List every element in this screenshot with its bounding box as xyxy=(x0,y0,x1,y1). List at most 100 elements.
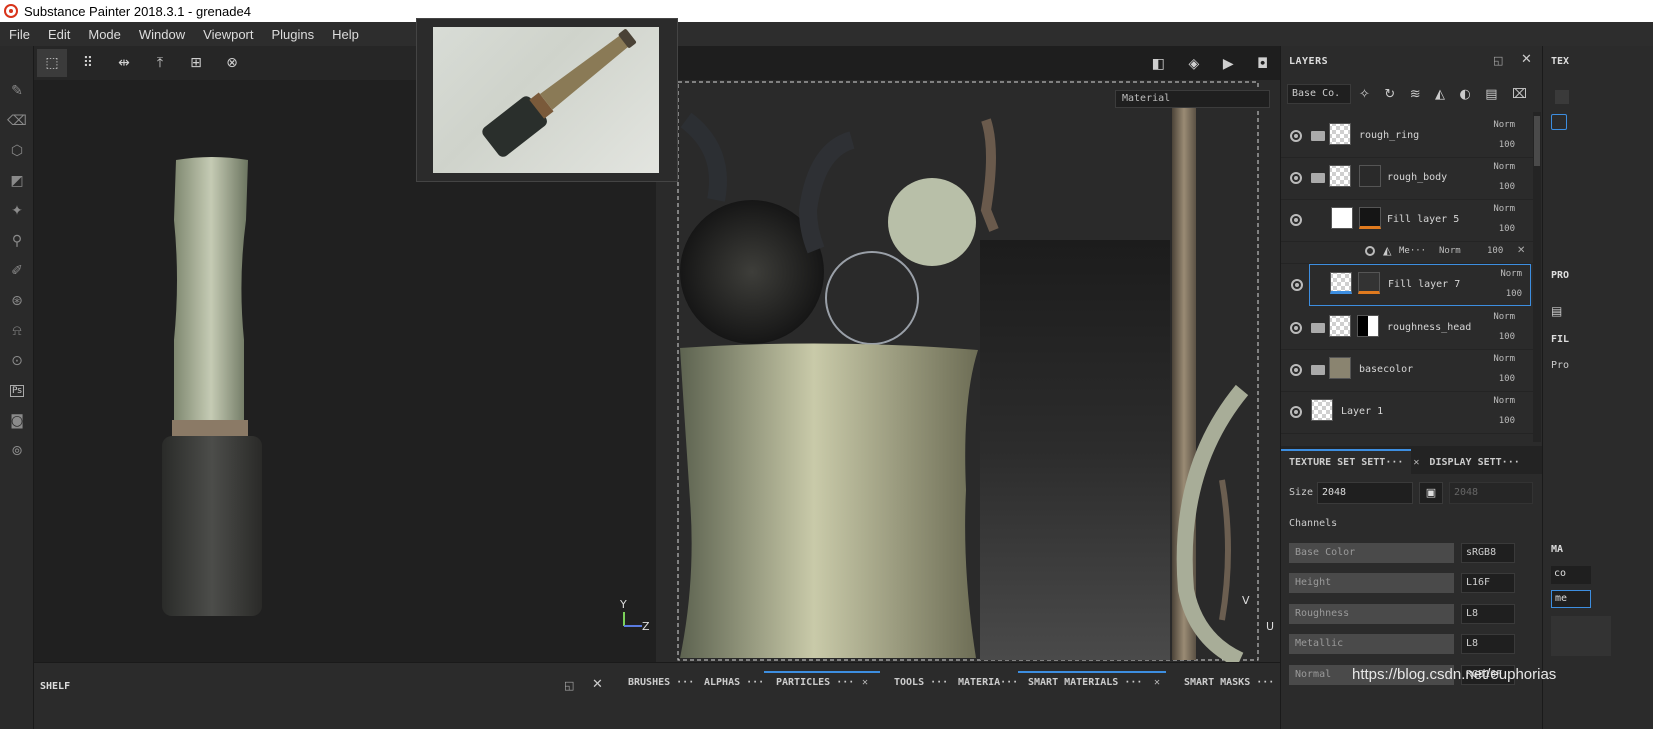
visibility-eye-icon[interactable] xyxy=(1290,130,1302,142)
blend-mode[interactable]: Norm xyxy=(1493,162,1515,172)
delete-icon[interactable]: ⌧ xyxy=(1512,87,1527,102)
layer-row[interactable]: Layer 1 Norm 100 xyxy=(1281,392,1533,434)
channel-format-select[interactable]: L8 xyxy=(1461,604,1515,624)
symmetry-icon[interactable]: ⇹ xyxy=(109,49,139,77)
sync-icon[interactable]: ⊚ xyxy=(0,436,34,466)
visibility-eye-icon[interactable] xyxy=(1290,172,1302,184)
blend-mode[interactable]: Norm xyxy=(1493,120,1515,130)
screenshot-camera-icon[interactable]: ◘ xyxy=(1257,56,1268,72)
add-icon[interactable]: ⊞ xyxy=(181,49,211,77)
selection-mode-icon[interactable]: ⬚ xyxy=(37,49,67,77)
grid-icon[interactable]: ⠿ xyxy=(73,49,103,77)
opacity-value[interactable]: 100 xyxy=(1499,332,1515,342)
eraser-icon[interactable]: ⌫ xyxy=(0,106,34,136)
color-toggle[interactable]: co xyxy=(1551,566,1591,584)
tab-smart-masks[interactable]: SMART MASKS ··· xyxy=(1184,677,1274,688)
paint-brush-icon[interactable]: ✎ xyxy=(0,76,34,106)
magic-wand-icon[interactable]: ✧ xyxy=(1359,87,1370,102)
close-icon[interactable]: ✕ xyxy=(1154,677,1160,688)
visibility-eye-icon[interactable] xyxy=(1291,279,1303,291)
close-icon[interactable]: ✕ xyxy=(862,677,868,688)
channel-format-select[interactable]: L8 xyxy=(1461,634,1515,654)
photoshop-icon[interactable]: Ps xyxy=(0,376,34,406)
panel-swatch[interactable] xyxy=(1555,90,1569,104)
layer-effect-row[interactable]: ◭ Me··· Norm 100 ✕ xyxy=(1281,242,1533,264)
tab-tools[interactable]: TOOLS ··· xyxy=(894,677,948,688)
layer-row[interactable]: rough_body Norm 100 xyxy=(1281,158,1533,200)
camera-icon[interactable]: ▶ xyxy=(1223,56,1234,72)
menu-window[interactable]: Window xyxy=(130,27,194,42)
visibility-eye-icon[interactable] xyxy=(1290,214,1302,226)
substance-icon[interactable]: ⊛ xyxy=(0,286,34,316)
substance-s-icon[interactable]: ⊙ xyxy=(0,346,34,376)
screenshot-icon[interactable]: ◙ xyxy=(0,406,34,436)
opacity-value[interactable]: 100 xyxy=(1506,289,1522,299)
close-icon[interactable]: ✕ xyxy=(1411,451,1421,474)
lock-icon[interactable]: ▣ xyxy=(1419,482,1443,504)
layer-row[interactable]: Fill layer 5 Norm 100 xyxy=(1281,200,1533,242)
close-icon[interactable]: ✕ xyxy=(1521,52,1532,67)
tab-materials[interactable]: MATERIA··· xyxy=(958,677,1018,688)
geometry-fill-icon[interactable]: ◩ xyxy=(0,166,34,196)
channel-format-select[interactable]: sRGB8 xyxy=(1461,543,1515,563)
bell-icon[interactable]: ⍾ xyxy=(0,316,34,346)
cube-icon[interactable]: ◈ xyxy=(1189,56,1200,72)
blend-mode[interactable]: Norm xyxy=(1493,354,1515,364)
history-icon[interactable]: ⊗ xyxy=(217,49,247,77)
visibility-eye-icon[interactable] xyxy=(1290,322,1302,334)
visibility-eye-icon[interactable] xyxy=(1290,364,1302,376)
add-folder-icon[interactable]: ▤ xyxy=(1485,87,1497,102)
smudge-icon[interactable]: ✦ xyxy=(0,196,34,226)
channel-select[interactable]: Base Co. xyxy=(1287,84,1351,104)
clone-stamp-icon[interactable]: ⚲ xyxy=(0,226,34,256)
opacity-value[interactable]: 100 xyxy=(1487,246,1503,256)
menu-help[interactable]: Help xyxy=(323,27,368,42)
layer-row-selected[interactable]: Fill layer 7 Norm 100 xyxy=(1291,264,1531,306)
vertical-symmetry-icon[interactable]: ⤒ xyxy=(145,49,175,77)
visibility-eye-icon[interactable] xyxy=(1365,246,1375,256)
opacity-value[interactable]: 100 xyxy=(1499,224,1515,234)
blend-mode[interactable]: Norm xyxy=(1500,269,1522,279)
tab-texture-set-settings[interactable]: TEXTURE SET SETT··· xyxy=(1281,449,1412,474)
blend-mode[interactable]: Norm xyxy=(1493,396,1515,406)
float-panel-icon[interactable]: ◱ xyxy=(564,679,574,692)
layer-row[interactable]: roughness_head Norm 100 xyxy=(1281,308,1533,350)
radio-icon[interactable] xyxy=(1551,114,1567,130)
blend-mode[interactable]: Norm xyxy=(1493,312,1515,322)
add-layer-icon[interactable]: ≋ xyxy=(1410,87,1421,102)
tab-smart-materials[interactable]: SMART MATERIALS ··· xyxy=(1028,677,1142,688)
viewport-2d-uv[interactable]: V U xyxy=(656,80,1280,662)
opacity-value[interactable]: 100 xyxy=(1499,140,1515,150)
remove-effect-icon[interactable]: ✕ xyxy=(1517,245,1525,256)
metal-toggle[interactable]: me xyxy=(1551,590,1591,608)
layer-row[interactable]: rough_ring Norm 100 xyxy=(1281,116,1533,158)
menu-plugins[interactable]: Plugins xyxy=(262,27,323,42)
layer-row[interactable]: basecolor Norm 100 xyxy=(1281,350,1533,392)
blend-mode[interactable]: Norm xyxy=(1439,246,1461,256)
menu-viewport[interactable]: Viewport xyxy=(194,27,262,42)
close-icon[interactable]: ✕ xyxy=(592,677,603,692)
size-select[interactable]: 2048 xyxy=(1317,482,1413,504)
menu-mode[interactable]: Mode xyxy=(79,27,130,42)
tab-brushes[interactable]: BRUSHES ··· xyxy=(628,677,694,688)
menu-edit[interactable]: Edit xyxy=(39,27,79,42)
tab-alphas[interactable]: ALPHAS ··· xyxy=(704,677,764,688)
opacity-value[interactable]: 100 xyxy=(1499,416,1515,426)
material-mode-select[interactable]: Material xyxy=(1115,90,1270,108)
visibility-eye-icon[interactable] xyxy=(1290,406,1302,418)
add-fill-icon[interactable]: ◭ xyxy=(1435,87,1445,102)
add-mask-icon[interactable]: ◐ xyxy=(1459,87,1470,102)
opacity-value[interactable]: 100 xyxy=(1499,182,1515,192)
view-mode-icon[interactable]: ◧ xyxy=(1152,56,1165,72)
layers-scrollbar[interactable] xyxy=(1533,112,1541,442)
menu-file[interactable]: File xyxy=(0,27,39,42)
reference-image-window[interactable] xyxy=(416,18,678,182)
color-picker-icon[interactable]: ✐ xyxy=(0,256,34,286)
tab-display-settings[interactable]: DISPLAY SETT··· xyxy=(1421,451,1527,474)
channel-format-select[interactable]: L16F xyxy=(1461,573,1515,593)
float-panel-icon[interactable]: ◱ xyxy=(1493,54,1503,67)
tab-particles[interactable]: PARTICLES ··· xyxy=(776,677,854,688)
blend-mode[interactable]: Norm xyxy=(1493,204,1515,214)
opacity-value[interactable]: 100 xyxy=(1499,374,1515,384)
projection-icon[interactable]: ⬡ xyxy=(0,136,34,166)
